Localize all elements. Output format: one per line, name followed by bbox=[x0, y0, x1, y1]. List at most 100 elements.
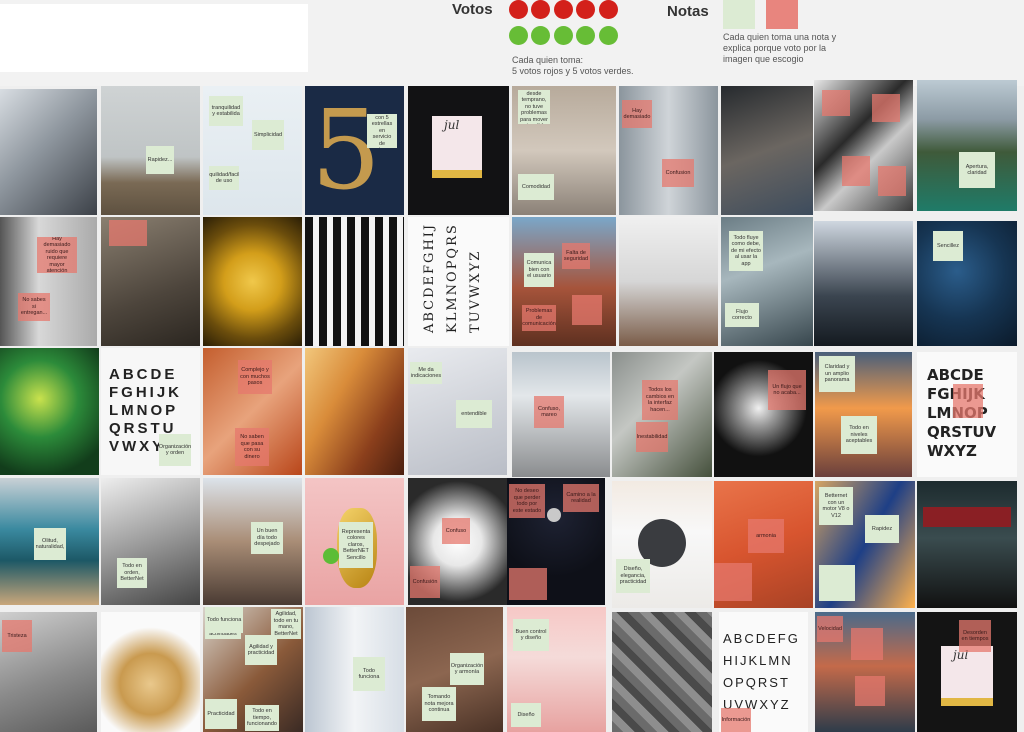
note-green[interactable]: Todo en tiempo, funcionando bbox=[245, 705, 279, 731]
note-green[interactable]: Diseño bbox=[511, 703, 541, 727]
image-tile-jellyfish[interactable]: Sencillez bbox=[917, 221, 1017, 346]
image-tile-number[interactable]: 5 calificquí con 5 estrellas en servicio… bbox=[305, 86, 404, 215]
note-red[interactable]: Un flujo que no acaba... bbox=[768, 370, 806, 410]
note-green[interactable]: Diseño, elegancia, practicidad bbox=[616, 559, 650, 593]
note-green[interactable]: Un buen día todo despejado bbox=[251, 522, 283, 554]
image-tile-texture-orange[interactable]: armonia bbox=[714, 481, 813, 608]
note-green[interactable]: Representa colores claros, BetterNET Sen… bbox=[339, 522, 373, 568]
image-tile-hat[interactable] bbox=[814, 221, 913, 346]
image-tile-dog[interactable]: Tristeza bbox=[0, 612, 97, 732]
image-tile-aerial[interactable]: Todos los cambios en la interfaz hacen..… bbox=[612, 352, 712, 477]
note-green[interactable]: Practicidad bbox=[205, 699, 237, 729]
note-green[interactable]: Comodidad bbox=[518, 174, 554, 200]
note-red[interactable]: Hay demasiado bbox=[622, 100, 652, 128]
image-tile-street[interactable]: Un buen día todo despejado bbox=[203, 478, 302, 605]
image-tile-corridor[interactable] bbox=[619, 217, 718, 346]
note-red[interactable]: Velocidad bbox=[817, 616, 843, 642]
note-green[interactable]: Betternet con un motor V8 o V12 bbox=[819, 487, 853, 525]
image-tile-alphabet-3d[interactable]: ABCDE FGHIJK LMNOP QRSTU VWXYZ Organización … bbox=[101, 348, 200, 475]
image-tile-calendar[interactable]: jul bbox=[408, 86, 509, 215]
note-green[interactable]: calificquí con 5 estrellas en servicio d… bbox=[367, 114, 397, 148]
image-tile-lake[interactable]: Apertura, claridad bbox=[917, 80, 1017, 211]
green-vote-dot[interactable] bbox=[554, 26, 573, 45]
image-tile-waterdrop[interactable] bbox=[0, 348, 99, 475]
image-tile-houses[interactable]: Todo en orden, BetterNet bbox=[101, 478, 200, 605]
note-green[interactable]: Simplicidad bbox=[252, 120, 284, 150]
note-red[interactable]: Información bbox=[721, 708, 751, 732]
image-tile-letters-orange[interactable]: Complejo y con muchos pasos No saben que… bbox=[203, 348, 302, 475]
note-red[interactable] bbox=[878, 166, 906, 196]
note-green[interactable]: Organización y armonía bbox=[450, 653, 484, 685]
note-red[interactable] bbox=[572, 295, 602, 325]
note-green[interactable]: Todo funciona bbox=[353, 657, 385, 691]
note-red[interactable]: Confusión bbox=[410, 566, 440, 598]
note-red[interactable]: Confuso, mareo bbox=[534, 396, 564, 428]
image-tile-alphabet-serif[interactable]: ABCDEFGHIJ KLMNOPQRS TUVWXYZ bbox=[408, 217, 509, 346]
note-green[interactable]: Rapidez... bbox=[146, 146, 174, 174]
image-tile-city-traffic[interactable]: Velocidad bbox=[815, 612, 915, 732]
note-green[interactable]: Buen control y diseño bbox=[513, 619, 549, 651]
red-vote-dot[interactable] bbox=[509, 0, 528, 19]
note-red[interactable]: No sabes si entregan... bbox=[18, 293, 50, 321]
green-vote-dot[interactable] bbox=[509, 26, 528, 45]
image-tile-typography[interactable] bbox=[305, 217, 404, 346]
image-tile-car[interactable]: Betternet con un motor V8 o V12 Rapidez bbox=[815, 481, 915, 608]
image-tile-bridge[interactable]: Comunica bien con el usuario Falta de se… bbox=[512, 217, 616, 346]
note-green[interactable]: Apertura, claridad bbox=[959, 152, 995, 188]
note-green[interactable]: Olitud, naturalidad, bbox=[34, 528, 66, 560]
note-green[interactable]: Flujo correcto bbox=[725, 303, 759, 327]
note-red[interactable] bbox=[822, 90, 850, 116]
image-tile-icons[interactable]: Me da indicaciones entendible bbox=[408, 348, 507, 475]
red-vote-dot[interactable] bbox=[531, 0, 550, 19]
note-red[interactable]: Tristeza bbox=[2, 620, 32, 652]
image-tile-moon[interactable]: No deseo que perder todo por este estado… bbox=[507, 478, 605, 605]
note-green[interactable]: Me da indicaciones bbox=[410, 362, 442, 384]
note-green[interactable]: Todo fluye como debe, de mi efecto al us… bbox=[729, 231, 763, 271]
note-red[interactable] bbox=[714, 563, 752, 601]
note-green[interactable]: Descanso desde temprano, no tuve problem… bbox=[518, 90, 550, 124]
image-tile-watch[interactable]: Tuve más tiempo para otras actividades A… bbox=[203, 607, 303, 732]
image-tile-wheel[interactable] bbox=[203, 217, 302, 346]
image-tile-horizon[interactable]: Todo funciona bbox=[305, 607, 404, 732]
image-tile-sea[interactable]: Olitud, naturalidad, bbox=[0, 478, 99, 605]
note-red[interactable]: Todos los cambios en la interfaz hacen..… bbox=[642, 380, 678, 420]
image-tile-coast[interactable]: Rapidez... bbox=[101, 86, 200, 215]
note-green[interactable]: Comunica bien con el usuario bbox=[524, 253, 554, 287]
green-vote-dot[interactable] bbox=[599, 26, 618, 45]
image-tile-calligraphy[interactable]: Hay demasiado ruido que requiere mayor a… bbox=[0, 217, 97, 346]
image-tile-pink-building[interactable]: Buen control y diseño Diseño bbox=[507, 607, 606, 732]
red-note-swatch[interactable] bbox=[766, 0, 798, 29]
note-green[interactable]: Todo funciona bbox=[205, 607, 244, 633]
note-green[interactable]: Tranquilidad/facilidad de uso bbox=[209, 166, 239, 190]
note-red[interactable]: Confuso bbox=[442, 518, 470, 544]
image-tile-wave[interactable]: Un flujo que no acaba... bbox=[714, 352, 813, 477]
note-red[interactable]: Problemas de comunicación bbox=[522, 305, 556, 331]
image-tile-pineapple[interactable]: Representa colores claros, BetterNET Sen… bbox=[305, 478, 404, 605]
note-red[interactable] bbox=[509, 568, 547, 600]
image-tile-calendar-2[interactable]: jul Desorden en tiempos bbox=[917, 612, 1017, 732]
note-red[interactable]: No saben que pasa con su dinero bbox=[235, 428, 269, 466]
note-red[interactable]: Complejo y con muchos pasos bbox=[238, 360, 272, 394]
image-tile-alphabet-brush[interactable]: ABCDEFGHIJKLMNOPQRSTUVWXYZ bbox=[917, 352, 1017, 477]
note-green[interactable]: Tomando nota mejora continua bbox=[422, 687, 456, 721]
note-green[interactable]: Agilidad y practicidad bbox=[245, 635, 277, 665]
image-tile-pattern[interactable] bbox=[612, 612, 712, 732]
red-vote-dot[interactable] bbox=[576, 0, 595, 19]
note-green[interactable]: tranquilidad y estabilida bbox=[209, 96, 243, 126]
image-tile-windows[interactable]: Hay demasiado Confusion bbox=[619, 86, 718, 215]
green-vote-dot[interactable] bbox=[531, 26, 550, 45]
note-red[interactable]: Inestabilidad bbox=[636, 422, 668, 452]
image-tile-building[interactable] bbox=[0, 89, 97, 215]
image-tile-tunnel[interactable]: Confuso Confusión bbox=[408, 478, 507, 605]
image-tile-dark-car[interactable] bbox=[917, 481, 1017, 608]
note-red[interactable] bbox=[953, 384, 983, 418]
note-green[interactable] bbox=[819, 565, 855, 601]
image-tile-collage[interactable] bbox=[814, 80, 913, 211]
note-red[interactable]: No deseo que perder todo por este estado bbox=[509, 484, 545, 518]
note-red[interactable] bbox=[842, 156, 870, 186]
image-tile-sunset[interactable]: Claridad y un amplio panorama Todo en ni… bbox=[815, 352, 912, 477]
note-green[interactable]: Todo en orden, BetterNet bbox=[117, 558, 147, 588]
note-red[interactable] bbox=[851, 628, 883, 660]
note-red[interactable]: Confusion bbox=[662, 159, 694, 187]
green-vote-dot[interactable] bbox=[576, 26, 595, 45]
